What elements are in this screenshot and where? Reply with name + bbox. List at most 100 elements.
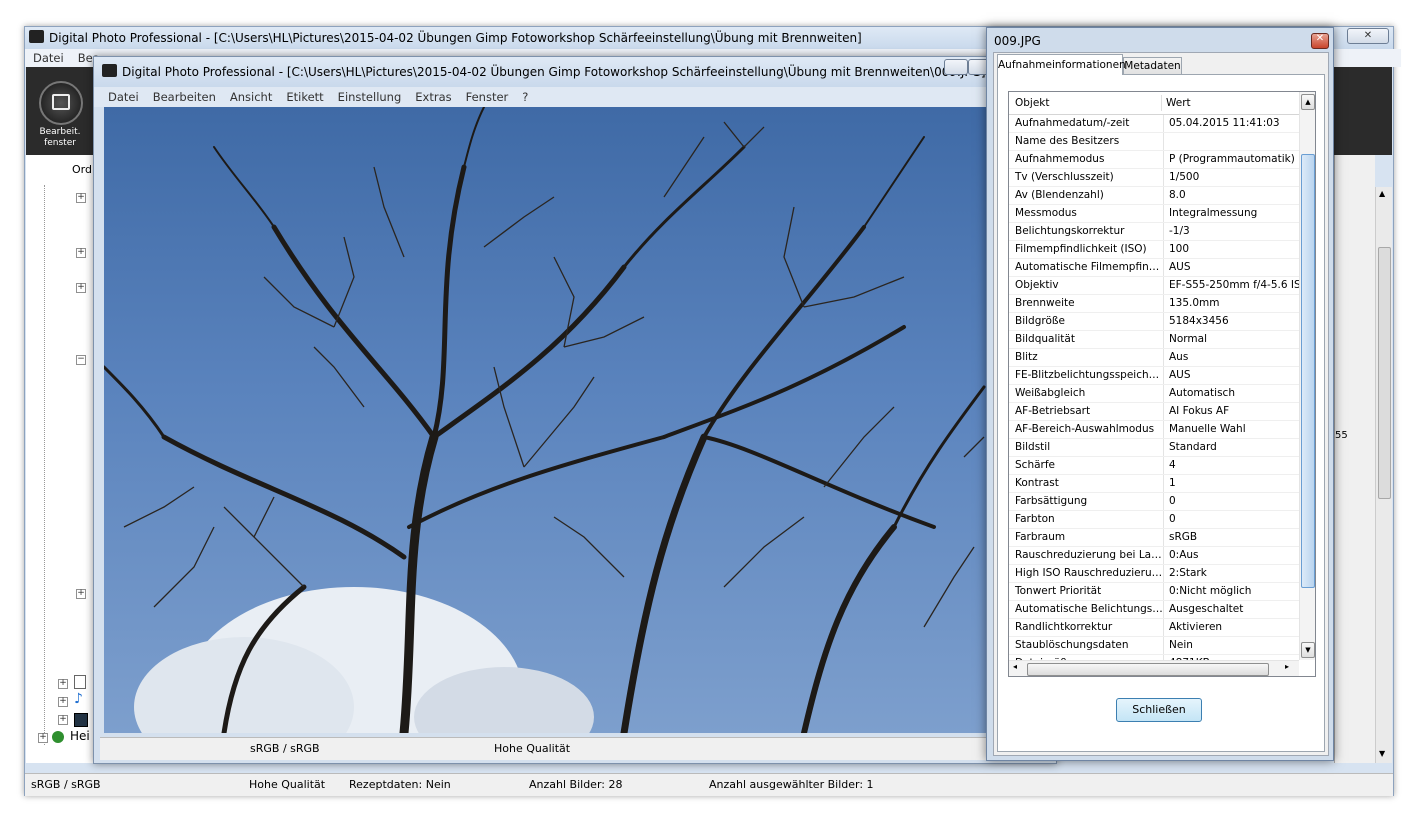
list-rows: Aufnahmedatum/-zeit 05.04.2015 11:41:03 Na…: [1009, 115, 1299, 661]
table-row[interactable]: AF-Betriebsart AI Fokus AF: [1009, 403, 1299, 421]
edit-window-button[interactable]: Bearbeit. fenster: [35, 79, 85, 153]
edit-menu-datei[interactable]: Datei: [108, 90, 139, 104]
table-row[interactable]: Farbraum sRGB: [1009, 529, 1299, 547]
tree-collapse-4[interactable]: −: [76, 355, 86, 365]
tab-metadaten[interactable]: Metadaten: [1123, 57, 1182, 75]
table-row[interactable]: Randlichtkorrektur Aktivieren: [1009, 619, 1299, 637]
property-name: Bildqualität: [1009, 331, 1164, 348]
list-scroll-thumb[interactable]: [1301, 154, 1315, 588]
tree-expand-7[interactable]: +: [58, 697, 68, 707]
property-name: Rauschreduzierung bei Lan...: [1009, 547, 1164, 564]
scroll-down-icon[interactable]: ▼: [1379, 749, 1385, 758]
main-status-recipe: Rezeptdaten: Nein: [349, 778, 451, 791]
property-name: AF-Bereich-Auswahlmodus: [1009, 421, 1164, 438]
tree-expand-9[interactable]: +: [38, 733, 48, 743]
property-value: AI Fokus AF: [1169, 405, 1230, 417]
edit-window-titlebar[interactable]: Digital Photo Professional - [C:\Users\H…: [94, 57, 1056, 87]
property-name: Objektiv: [1009, 277, 1164, 294]
property-value: [1164, 133, 1299, 150]
table-row[interactable]: Bildqualität Normal: [1009, 331, 1299, 349]
table-row[interactable]: Aufnahmemodus P (Programmautomatik): [1009, 151, 1299, 169]
tree-expand-3[interactable]: +: [76, 283, 86, 293]
list-horizontal-scrollbar[interactable]: ◂ ▸: [1009, 660, 1299, 676]
properties-list[interactable]: Objekt Wert Aufnahmedatum/-zeit 05.04.201…: [1008, 91, 1316, 677]
tree-expand-2[interactable]: +: [76, 248, 86, 258]
edit-minimize-button[interactable]: [944, 59, 968, 75]
table-row[interactable]: Schärfe 4: [1009, 457, 1299, 475]
column-divider: [1161, 95, 1162, 111]
table-row[interactable]: Filmempfindlichkeit (ISO) 100: [1009, 241, 1299, 259]
list-scroll-up-icon[interactable]: ▲: [1301, 94, 1315, 110]
table-row[interactable]: Staublöschungsdaten Nein: [1009, 637, 1299, 655]
table-row[interactable]: Tonwert Priorität 0:Nicht möglich: [1009, 583, 1299, 601]
photo-viewer[interactable]: [104, 107, 990, 733]
tree-label-heimnetz[interactable]: Hei: [70, 729, 90, 743]
tree-expand-8[interactable]: +: [58, 715, 68, 725]
column-wert[interactable]: Wert: [1166, 92, 1191, 114]
edit-pencil-icon: [52, 94, 70, 110]
scroll-thumb[interactable]: [1378, 247, 1391, 499]
scroll-up-icon[interactable]: ▲: [1379, 189, 1385, 198]
info-close-icon[interactable]: [1311, 33, 1329, 49]
table-row[interactable]: Aufnahmedatum/-zeit 05.04.2015 11:41:03: [1009, 115, 1299, 133]
schliessen-button[interactable]: Schließen: [1116, 698, 1202, 722]
table-row[interactable]: Automatische Belichtungso... Ausgeschalte…: [1009, 601, 1299, 619]
property-value: -1/3: [1169, 225, 1190, 237]
table-row[interactable]: Tv (Verschlusszeit) 1/500: [1009, 169, 1299, 187]
table-row[interactable]: Messmodus Integralmessung: [1009, 205, 1299, 223]
edit-menu-ansicht[interactable]: Ansicht: [230, 90, 272, 104]
table-row[interactable]: Rauschreduzierung bei Lan... 0:Aus: [1009, 547, 1299, 565]
table-row[interactable]: High ISO Rauschreduzierung 2:Stark: [1009, 565, 1299, 583]
table-row[interactable]: Farbsättigung 0: [1009, 493, 1299, 511]
property-value: EF-S55-250mm f/4-5.6 IS II: [1169, 279, 1299, 291]
list-scroll-right-icon[interactable]: ▸: [1285, 662, 1289, 671]
property-name: Blitz: [1009, 349, 1164, 366]
tree-line: [44, 185, 46, 745]
table-row[interactable]: Name des Besitzers: [1009, 133, 1299, 151]
tab-metadaten-label: Metadaten: [1124, 60, 1181, 72]
edit-menu-bearbeiten[interactable]: Bearbeiten: [153, 90, 216, 104]
table-row[interactable]: Automatische Filmempfindli... AUS: [1009, 259, 1299, 277]
table-row[interactable]: Bildstil Standard: [1009, 439, 1299, 457]
edit-menu-etikett[interactable]: Etikett: [286, 90, 323, 104]
tree-expand-5[interactable]: +: [76, 589, 86, 599]
table-row[interactable]: Kontrast 1: [1009, 475, 1299, 493]
edit-menu-help[interactable]: ?: [522, 90, 528, 104]
table-row[interactable]: Belichtungskorrektur -1/3: [1009, 223, 1299, 241]
list-hscroll-thumb[interactable]: [1027, 663, 1269, 676]
main-close-button[interactable]: ✕: [1347, 28, 1389, 44]
info-dialog-titlebar[interactable]: 009.JPG: [987, 28, 1333, 52]
table-row[interactable]: Brennweite 135.0mm: [1009, 295, 1299, 313]
column-objekt[interactable]: Objekt: [1015, 92, 1050, 114]
table-row[interactable]: Blitz Aus: [1009, 349, 1299, 367]
table-row[interactable]: Objektiv EF-S55-250mm f/4-5.6 IS II: [1009, 277, 1299, 295]
property-value: 8.0: [1169, 189, 1186, 201]
edit-window-label: Bearbeit. fenster: [39, 127, 81, 148]
edit-status-quality: Hohe Qualität: [494, 742, 571, 755]
property-name: Tonwert Priorität: [1009, 583, 1164, 600]
property-value: 0: [1169, 495, 1176, 507]
menu-datei[interactable]: Datei: [33, 51, 64, 65]
list-vertical-scrollbar[interactable]: ▲ ▼: [1299, 92, 1315, 660]
edit-menu-extras[interactable]: Extras: [415, 90, 451, 104]
table-row[interactable]: Farbton 0: [1009, 511, 1299, 529]
property-value: Ausgeschaltet: [1169, 603, 1244, 615]
music-icon: ♪: [74, 691, 83, 707]
list-scroll-down-icon[interactable]: ▼: [1301, 642, 1315, 658]
tree-expand-6[interactable]: +: [58, 679, 68, 689]
table-row[interactable]: AF-Bereich-Auswahlmodus Manuelle Wahl: [1009, 421, 1299, 439]
table-row[interactable]: FE-Blitzbelichtungsspeicher... AUS: [1009, 367, 1299, 385]
table-row[interactable]: Av (Blendenzahl) 8.0: [1009, 187, 1299, 205]
property-value: 1/500: [1169, 171, 1200, 183]
table-row[interactable]: Weißabgleich Automatisch: [1009, 385, 1299, 403]
main-vertical-scrollbar[interactable]: ▲ ▼: [1375, 187, 1392, 763]
edit-menu-einstellung[interactable]: Einstellung: [338, 90, 402, 104]
tab-aufnahmeinformationen[interactable]: Aufnahmeinformationen: [997, 54, 1126, 75]
list-scroll-left-icon[interactable]: ◂: [1013, 662, 1017, 671]
edit-menu-fenster[interactable]: Fenster: [466, 90, 509, 104]
tree-expand-1[interactable]: +: [76, 193, 86, 203]
property-name: Randlichtkorrektur: [1009, 619, 1164, 636]
main-status-selected: Anzahl ausgewählter Bilder: 1: [709, 778, 874, 791]
list-header: Objekt Wert: [1009, 92, 1299, 115]
table-row[interactable]: Bildgröße 5184x3456: [1009, 313, 1299, 331]
